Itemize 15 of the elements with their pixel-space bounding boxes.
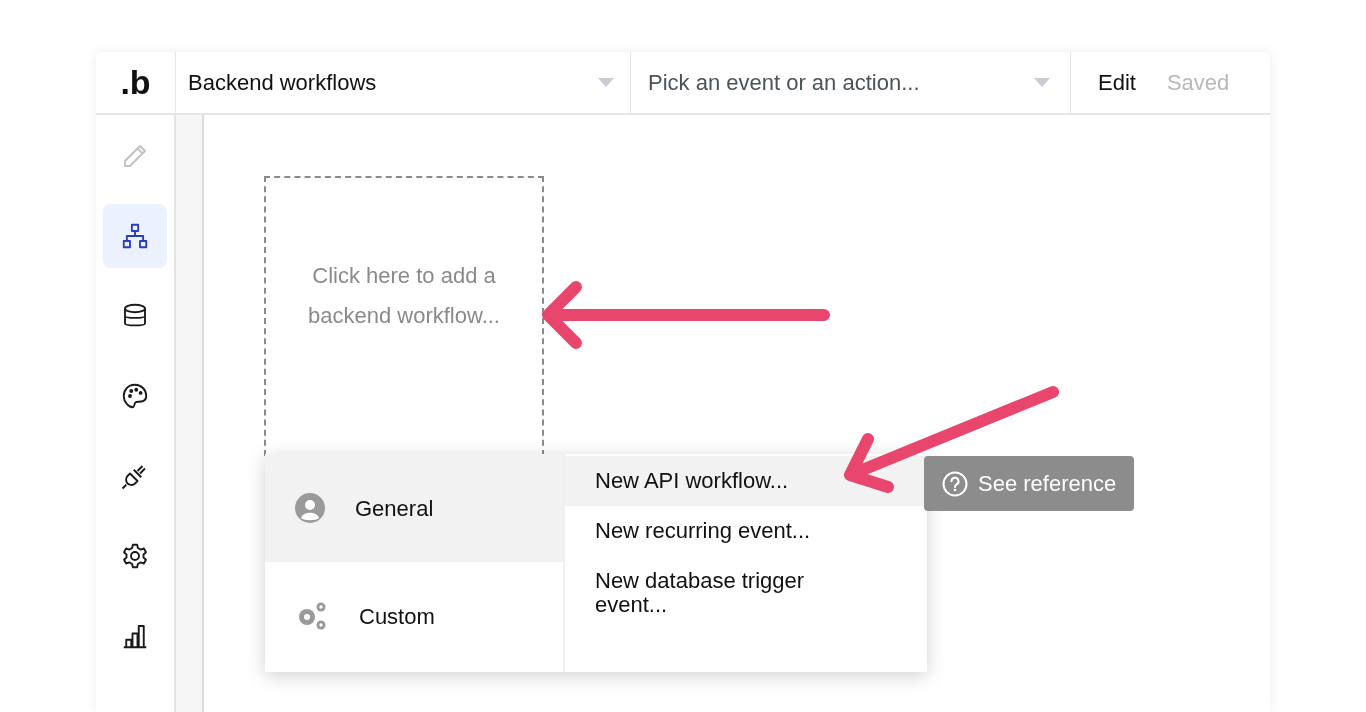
caret-icon xyxy=(1034,78,1050,87)
edit-button[interactable]: Edit xyxy=(1098,66,1136,99)
caret-icon xyxy=(598,78,614,87)
hierarchy-icon xyxy=(120,221,150,251)
app-logo: .b xyxy=(96,52,176,113)
page-dropdown[interactable]: Backend workflows xyxy=(176,52,631,113)
settings-icon xyxy=(120,541,150,571)
menu-option[interactable]: New API workflow... xyxy=(565,456,927,506)
menu-category[interactable]: General xyxy=(265,454,563,562)
save-status: Saved xyxy=(1166,69,1230,97)
user-icon xyxy=(295,493,325,523)
event-dropdown[interactable]: Pick an event or an action... xyxy=(631,52,1071,113)
help-icon xyxy=(942,470,968,497)
palette-icon xyxy=(120,381,150,411)
sidebar-item[interactable] xyxy=(103,204,167,268)
